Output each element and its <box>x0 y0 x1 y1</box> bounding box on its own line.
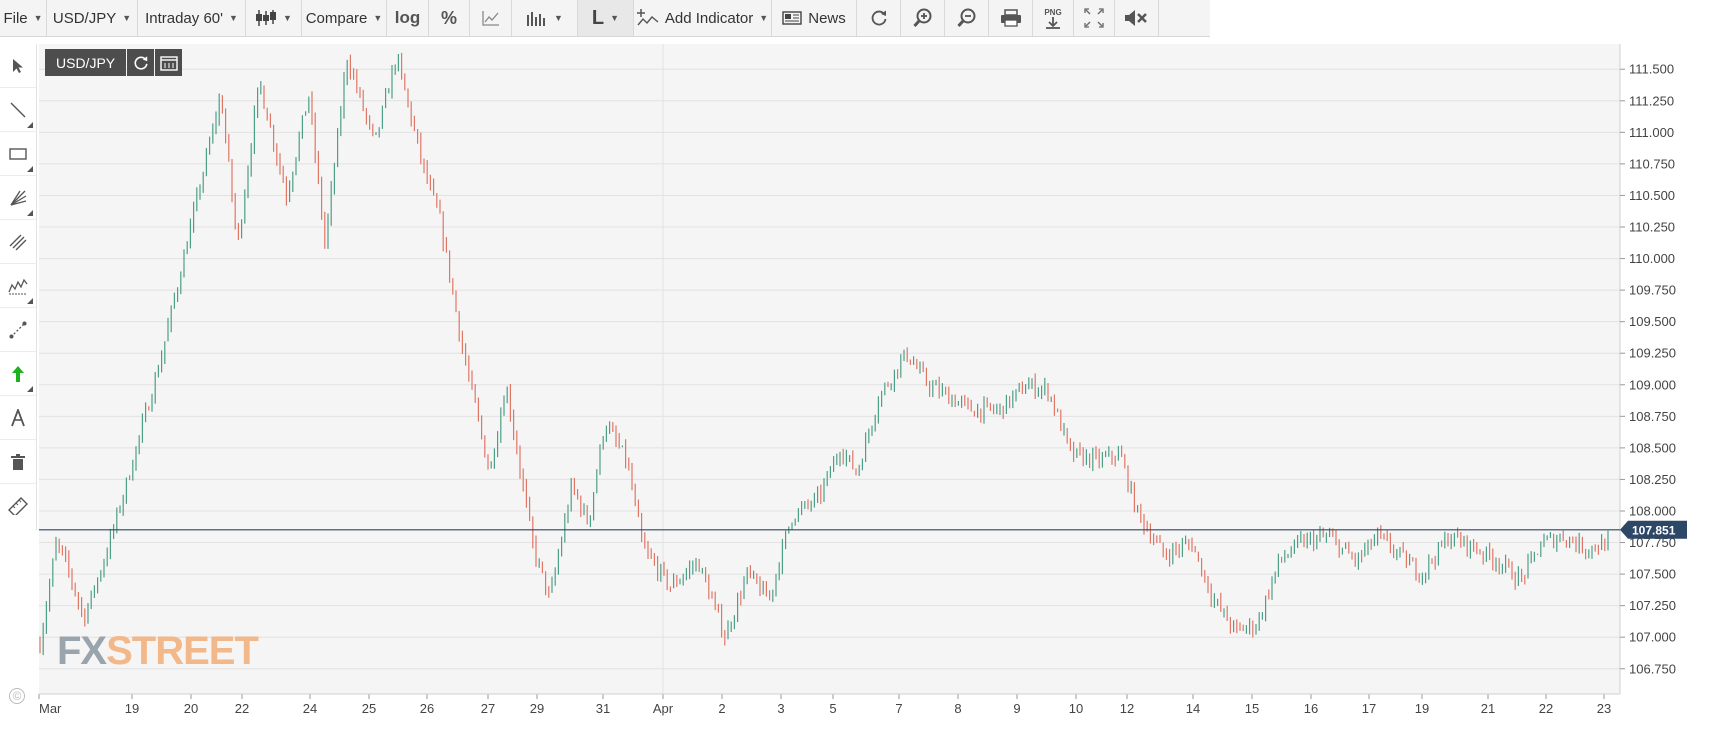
x-tick-label: 19 <box>1415 701 1429 716</box>
arrow-up-icon <box>12 365 24 382</box>
plot-area <box>39 44 1620 694</box>
x-tick-label: Mar <box>39 701 62 716</box>
x-tick-label: 14 <box>1186 701 1200 716</box>
y-tick-label: 109.500 <box>1629 314 1676 329</box>
y-tick-label: 108.750 <box>1629 409 1676 424</box>
rectangle-tool-button[interactable] <box>0 132 36 176</box>
submenu-corner-icon <box>27 386 33 392</box>
trash-icon <box>11 453 25 470</box>
text-icon <box>11 408 25 426</box>
x-tick-label: 15 <box>1245 701 1259 716</box>
submenu-corner-icon <box>27 210 33 216</box>
x-axis: Mar 19 20 22 24 25 26 27 29 31 Apr 2 3 5 7 8 9 10 12 14 15 16… <box>38 694 1611 716</box>
y-tick-label: 109.750 <box>1629 283 1676 298</box>
submenu-corner-icon <box>27 298 33 304</box>
x-tick-label: 24 <box>303 701 317 716</box>
fan-icon <box>10 190 27 206</box>
delete-drawings-button[interactable] <box>0 440 36 484</box>
y-tick-label: 107.500 <box>1629 567 1676 582</box>
drawing-toolbar <box>0 44 37 530</box>
x-tick-label: 7 <box>895 701 902 716</box>
x-tick-label: 22 <box>235 701 249 716</box>
symbol-label: USD/JPY <box>45 49 127 76</box>
x-tick-label: 3 <box>777 701 784 716</box>
copyright-icon: © <box>9 688 25 704</box>
x-tick-label: 17 <box>1362 701 1376 716</box>
y-tick-label: 109.250 <box>1629 346 1676 361</box>
submenu-corner-icon <box>27 166 33 172</box>
x-tick-label: 27 <box>481 701 495 716</box>
y-tick-label: 107.250 <box>1629 598 1676 613</box>
text-tool-button[interactable] <box>0 396 36 440</box>
pattern-tool-button[interactable] <box>0 264 36 308</box>
y-tick-label: 108.000 <box>1629 503 1676 518</box>
x-tick-label: 12 <box>1120 701 1134 716</box>
pattern-icon <box>8 278 28 294</box>
channel-tool-button[interactable] <box>0 220 36 264</box>
cursor-icon <box>13 58 23 73</box>
measure-icon <box>9 321 27 338</box>
x-tick-label: 5 <box>829 701 836 716</box>
fan-tool-button[interactable] <box>0 176 36 220</box>
y-tick-label: 106.750 <box>1629 661 1676 676</box>
y-tick-label: 109.000 <box>1629 377 1676 392</box>
x-tick-label: Apr <box>653 701 674 716</box>
submenu-corner-icon <box>27 122 33 128</box>
current-price-tag: 107.851 <box>1620 520 1687 539</box>
symbol-refresh-button[interactable] <box>127 49 155 76</box>
watermark-street: STREET <box>106 629 259 673</box>
symbol-settings-button[interactable] <box>155 49 183 76</box>
y-tick-label: 108.500 <box>1629 440 1676 455</box>
x-tick-label: 10 <box>1069 701 1083 716</box>
x-tick-label: 19 <box>125 701 139 716</box>
x-tick-label: 16 <box>1304 701 1318 716</box>
arrow-marker-button[interactable] <box>0 352 36 396</box>
x-tick-label: 2 <box>718 701 725 716</box>
y-tick-label: 107.000 <box>1629 630 1676 645</box>
ruler-icon <box>8 497 28 515</box>
x-tick-label: 8 <box>954 701 961 716</box>
y-tick-label: 110.750 <box>1629 156 1675 171</box>
measure-tool-button[interactable] <box>0 308 36 352</box>
channel-icon <box>9 234 27 250</box>
line-tool-button[interactable] <box>0 88 36 132</box>
y-tick-label: 110.250 <box>1629 220 1675 235</box>
y-tick-label: 111.250 <box>1629 93 1674 108</box>
y-axis: 111.500 111.250 111.000 110.750 110.500 110.2… <box>1620 62 1676 676</box>
y-tick-label: 111.500 <box>1629 62 1674 77</box>
x-tick-label: 20 <box>184 701 198 716</box>
line-icon <box>10 102 26 117</box>
y-tick-label: 110.000 <box>1629 251 1675 266</box>
x-tick-label: 26 <box>420 701 434 716</box>
x-tick-label: 25 <box>362 701 376 716</box>
price-tag-label: 107.851 <box>1632 523 1676 537</box>
x-tick-label: 22 <box>1539 701 1553 716</box>
ruler-tool-button[interactable] <box>0 484 36 528</box>
cursor-tool-button[interactable] <box>0 44 36 88</box>
fxstreet-watermark: FXSTREET <box>57 629 259 674</box>
calendar-icon <box>159 55 178 71</box>
x-tick-label: 9 <box>1013 701 1020 716</box>
y-tick-label: 108.250 <box>1629 472 1676 487</box>
x-tick-label: 29 <box>530 701 544 716</box>
refresh-icon <box>134 55 148 70</box>
rectangle-icon <box>9 147 27 160</box>
y-tick-label: 111.000 <box>1629 125 1674 140</box>
x-tick-label: 21 <box>1481 701 1495 716</box>
x-tick-label: 31 <box>596 701 610 716</box>
symbol-box: USD/JPY <box>45 49 183 76</box>
x-tick-label: 23 <box>1597 701 1611 716</box>
watermark-fx: FX <box>57 629 107 673</box>
y-tick-label: 110.500 <box>1629 188 1675 203</box>
